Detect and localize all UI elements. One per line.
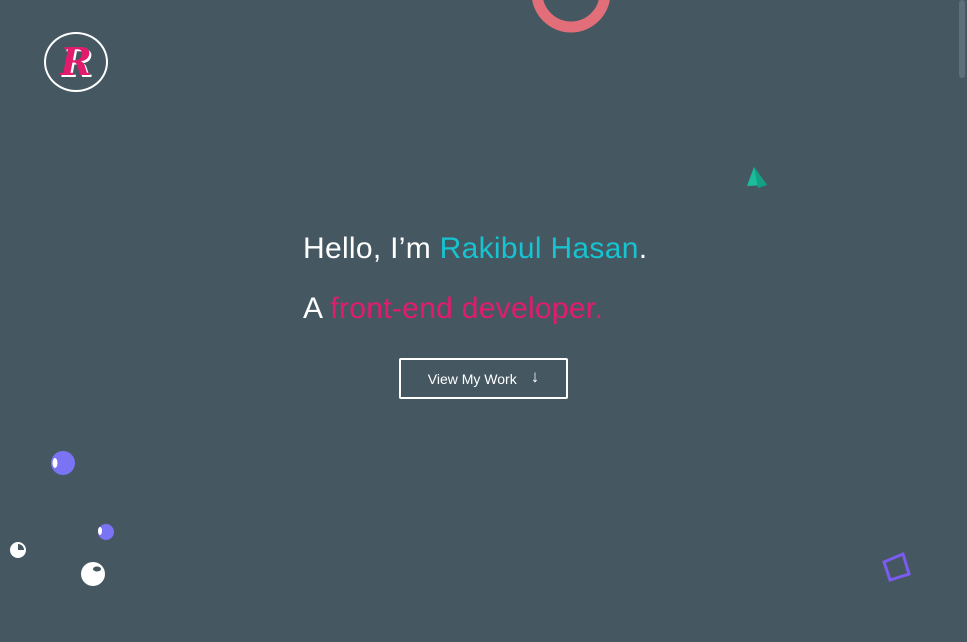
name-period: . bbox=[638, 232, 648, 265]
role-text: front-end developer. bbox=[330, 292, 604, 325]
hero-section: Hello, I’m Rakibul Hasan. A front-end de… bbox=[0, 0, 967, 642]
name-text: Rakibul Hasan bbox=[439, 232, 639, 265]
view-my-work-label: View My Work bbox=[427, 370, 517, 387]
role-prefix: A bbox=[303, 292, 331, 325]
arrow-down-icon: ↓ bbox=[530, 367, 540, 386]
role-heading: A front-end developer. bbox=[303, 292, 603, 326]
portfolio-page: R Hello, I’m Rakibul Hasan. A front-end … bbox=[0, 0, 967, 642]
view-my-work-button[interactable]: View My Work ↓ bbox=[399, 358, 568, 399]
greeting-heading: Hello, I’m Rakibul Hasan. bbox=[303, 232, 647, 266]
greeting-text: Hello, I’m bbox=[303, 232, 440, 265]
